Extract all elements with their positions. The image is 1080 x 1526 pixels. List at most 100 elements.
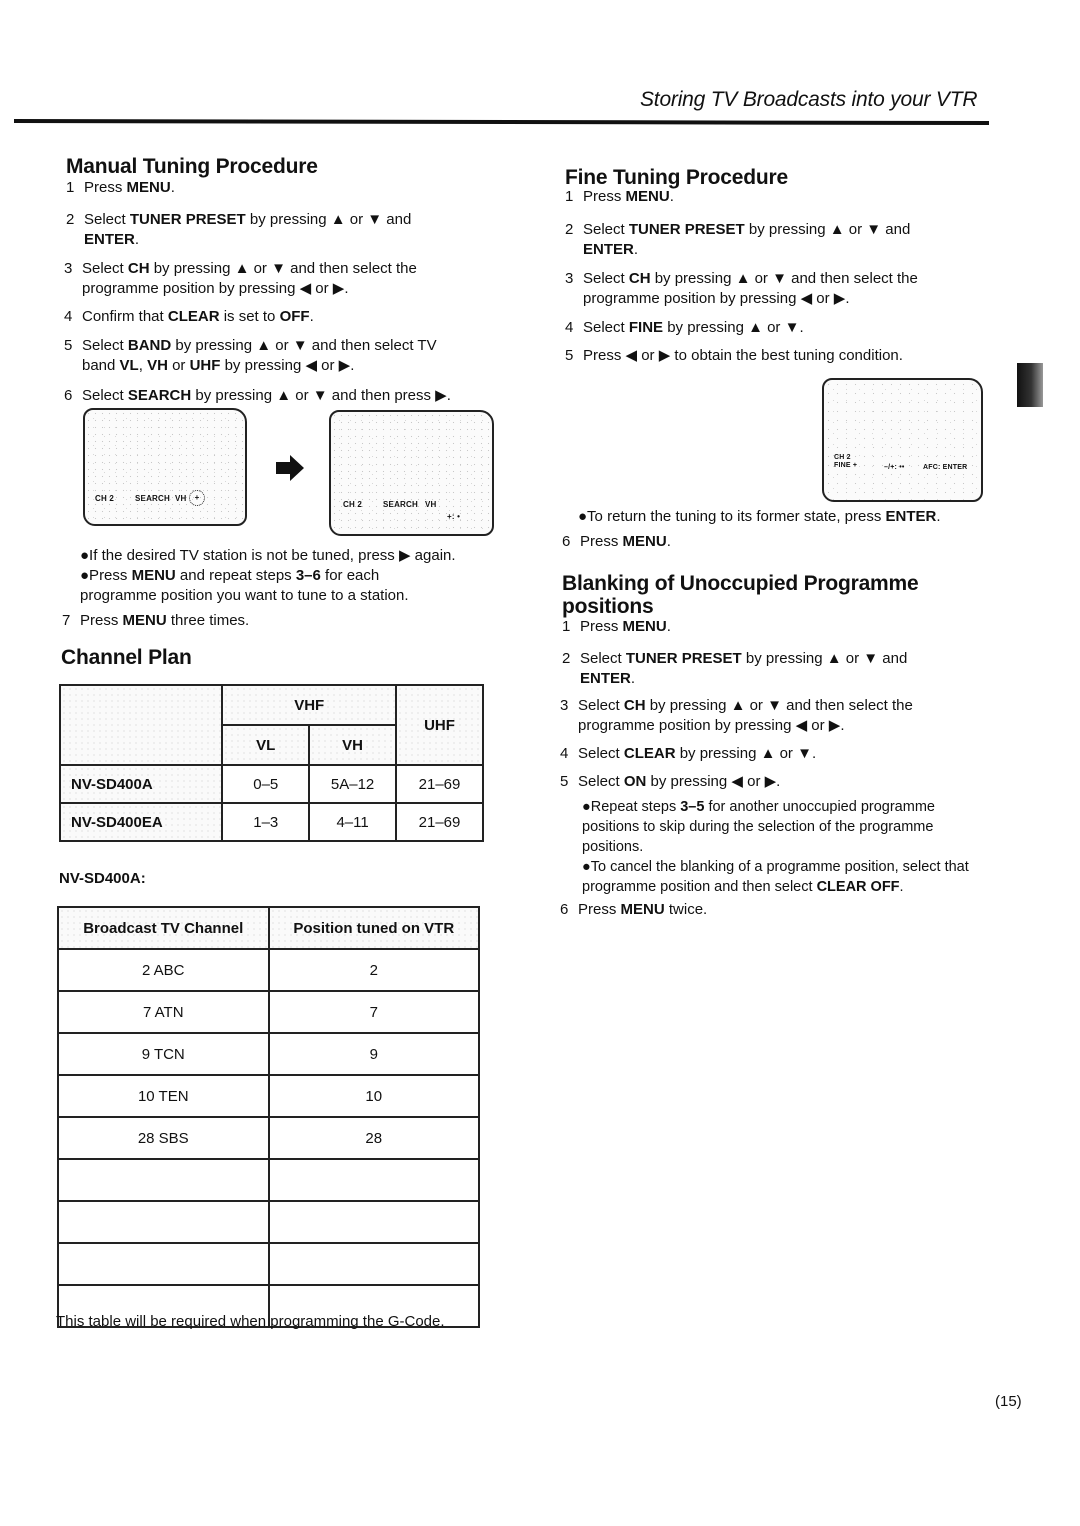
model-cell: NV-SD400EA <box>58 802 224 842</box>
vh-cell: 5A–12 <box>308 764 398 804</box>
fine-step-2: 2 Select TUNER PRESET by pressing ▲ or ▼… <box>565 220 965 260</box>
osd-channel: CH 2 <box>834 454 851 461</box>
blanking-step-6: 6 Press MENU twice. <box>560 900 960 920</box>
step-number: 1 <box>66 179 75 196</box>
step-number: 2 <box>562 650 571 667</box>
manual-step-4: 4 Confirm that CLEAR is set to OFF. <box>64 307 484 327</box>
fine-step-1: 1 Press MENU. <box>565 187 985 207</box>
fine-step-3: 3 Select CH by pressing ▲ or ▼ and then … <box>565 269 965 309</box>
osd-search-indicator: + <box>189 490 205 506</box>
position-cell <box>267 1158 480 1202</box>
manual-note-1: ●If the desired TV station is not be tun… <box>80 547 456 564</box>
step-number: 7 <box>62 612 71 629</box>
manual-step-5: 5 Select BAND by pressing ▲ or ▼ and the… <box>64 336 474 376</box>
channel-plan-heading: Channel Plan <box>61 646 192 669</box>
manual-step-7: 7 Press MENU three times. <box>62 611 462 631</box>
arrow-right-icon <box>276 455 304 481</box>
channel-plan-corner <box>58 684 224 766</box>
step-text: Press MENU three times. <box>80 612 250 629</box>
position-cell: 7 <box>267 990 480 1034</box>
header-broadcast-channel: Broadcast TV Channel <box>57 906 270 950</box>
osd-channel: CH 2 <box>95 494 115 503</box>
table-footnote: This table will be required when program… <box>56 1313 445 1330</box>
manual-step-1: 1 Press MENU. <box>66 178 486 198</box>
blanking-note-1: ●Repeat steps 3–5 for another unoccupied… <box>582 799 935 855</box>
fine-note: ●To return the tuning to its former stat… <box>578 508 941 525</box>
step-text: Press MENU. <box>84 179 175 196</box>
table-row: 9 TCN 9 <box>57 1032 480 1076</box>
broadcast-channel-cell: 9 TCN <box>57 1032 270 1076</box>
position-cell: 9 <box>267 1032 480 1076</box>
step-number: 6 <box>64 387 73 404</box>
step-text: Select FINE by pressing ▲ or ▼. <box>583 319 804 336</box>
header-uhf: UHF <box>395 684 484 766</box>
manual-step-2: 2 Select TUNER PRESET by pressing ▲ or ▼… <box>66 210 466 250</box>
step-text: Select CH by pressing ▲ or ▼ and then se… <box>583 270 918 307</box>
step-number: 4 <box>565 319 574 336</box>
fine-step-4: 4 Select FINE by pressing ▲ or ▼. <box>565 318 985 338</box>
osd-mode: SEARCH <box>383 500 418 509</box>
tv-screen-fine-tuning: CH 2 FINE + –/+: •• AFC: ENTER <box>822 378 983 502</box>
osd-band: VH <box>175 494 187 503</box>
channel-plan-table: VHF UHF VL VH NV-SD400A 0–5 5A–12 21–69 … <box>58 684 484 842</box>
step-number: 2 <box>565 221 574 238</box>
table-row: 2 ABC 2 <box>57 948 480 992</box>
position-cell: 10 <box>267 1074 480 1118</box>
blanking-heading: Blanking of Unoccupied Programme positio… <box>562 572 919 618</box>
broadcast-channel-cell <box>57 1242 270 1286</box>
step-number: 5 <box>560 773 569 790</box>
header-vh: VH <box>308 724 398 766</box>
header-vl: VL <box>221 724 311 766</box>
osd-band: VH <box>425 500 437 509</box>
manual-tuning-heading: Manual Tuning Procedure <box>66 155 318 178</box>
position-cell <box>267 1200 480 1244</box>
step-number: 6 <box>562 533 571 550</box>
header-position-tuned: Position tuned on VTR <box>267 906 480 950</box>
step-text: Press MENU. <box>580 533 671 550</box>
broadcast-channel-cell: 2 ABC <box>57 948 270 992</box>
broadcast-channel-cell: 10 TEN <box>57 1074 270 1118</box>
position-cell <box>267 1242 480 1286</box>
broadcast-channel-cell: 7 ATN <box>57 990 270 1034</box>
fine-step-5: 5 Press ◀ or ▶ to obtain the best tuning… <box>565 346 985 366</box>
step-text: Press MENU. <box>580 618 671 635</box>
tv-screen-search-start: CH 2 SEARCH VH + <box>83 408 247 526</box>
step-number: 5 <box>64 337 73 354</box>
blanking-step-4: 4 Select CLEAR by pressing ▲ or ▼. <box>560 744 960 764</box>
osd-adjust-hint: –/+: •• <box>884 464 905 471</box>
vh-cell: 4–11 <box>308 802 398 842</box>
uhf-cell: 21–69 <box>395 764 484 804</box>
blanking-step-3: 3 Select CH by pressing ▲ or ▼ and then … <box>560 696 960 736</box>
table-row: NV-SD400A 0–5 5A–12 21–69 <box>58 764 484 804</box>
section-tab-marker <box>1017 363 1043 407</box>
position-cell: 28 <box>267 1116 480 1160</box>
blanking-step-2: 2 Select TUNER PRESET by pressing ▲ or ▼… <box>562 649 962 689</box>
step-text: Select ON by pressing ◀ or ▶. <box>578 773 781 790</box>
page-number: (15) <box>995 1393 1022 1410</box>
step-number: 3 <box>565 270 574 287</box>
broadcast-channel-cell <box>57 1200 270 1244</box>
step-number: 3 <box>560 697 569 714</box>
osd-mode: SEARCH <box>135 494 170 503</box>
uhf-cell: 21–69 <box>395 802 484 842</box>
step-number: 1 <box>565 188 574 205</box>
model-label: NV-SD400A: <box>59 870 146 887</box>
step-text: Select BAND by pressing ▲ or ▼ and then … <box>82 337 437 374</box>
broadcast-channel-cell: 28 SBS <box>57 1116 270 1160</box>
step-number: 1 <box>562 618 571 635</box>
table-row <box>57 1242 480 1286</box>
step-text: Select CH by pressing ▲ or ▼ and then se… <box>578 697 913 734</box>
broadcast-channel-cell <box>57 1158 270 1202</box>
osd-fine: FINE + <box>834 462 858 469</box>
step-text: Select TUNER PRESET by pressing ▲ or ▼ a… <box>84 211 412 248</box>
page-header-title: Storing TV Broadcasts into your VTR <box>640 88 978 111</box>
step-text: Select CLEAR by pressing ▲ or ▼. <box>578 745 817 762</box>
step-number: 3 <box>64 260 73 277</box>
manual-step-6: 6 Select SEARCH by pressing ▲ or ▼ and t… <box>64 386 494 406</box>
osd-tuned-indicator: +: • <box>447 512 461 521</box>
blanking-step-5: 5 Select ON by pressing ◀ or ▶. <box>560 772 960 792</box>
model-cell: NV-SD400A <box>58 764 224 804</box>
table-row <box>57 1158 480 1202</box>
table-row: NV-SD400EA 1–3 4–11 21–69 <box>58 802 484 842</box>
step-text: Select TUNER PRESET by pressing ▲ or ▼ a… <box>583 221 911 258</box>
